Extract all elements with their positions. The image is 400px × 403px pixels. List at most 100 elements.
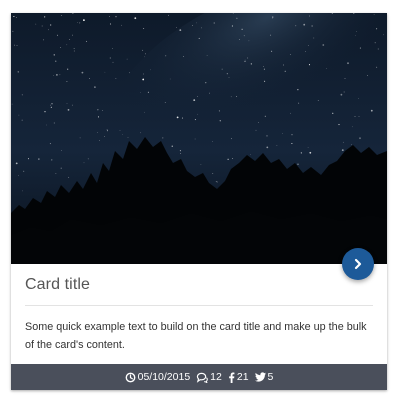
star	[89, 78, 90, 79]
star	[326, 68, 328, 69]
star	[243, 35, 245, 37]
star	[264, 80, 266, 82]
star	[104, 71, 106, 73]
star	[236, 17, 238, 19]
star	[291, 134, 293, 136]
star	[162, 137, 164, 139]
star	[71, 104, 73, 106]
star	[55, 60, 57, 62]
divider	[25, 305, 373, 306]
star	[43, 39, 45, 41]
star	[129, 72, 131, 74]
star	[143, 27, 145, 30]
star	[216, 181, 218, 183]
star	[115, 78, 117, 79]
star	[344, 77, 346, 80]
star	[241, 28, 243, 30]
star	[180, 153, 182, 154]
facebook-meta[interactable]: 21	[228, 371, 249, 383]
star	[50, 24, 52, 26]
star	[282, 133, 283, 134]
star	[297, 163, 299, 165]
star	[205, 82, 207, 84]
star	[343, 91, 345, 93]
star	[76, 22, 78, 23]
comments-meta[interactable]: 12	[196, 371, 222, 383]
star	[56, 34, 59, 36]
star	[164, 101, 166, 103]
star	[112, 61, 114, 63]
star	[106, 130, 109, 132]
star	[322, 44, 325, 46]
star	[66, 80, 68, 83]
star	[11, 103, 13, 105]
star	[49, 143, 51, 145]
star	[142, 49, 144, 51]
star	[272, 16, 274, 18]
star	[374, 42, 376, 44]
star	[79, 137, 81, 139]
star	[16, 45, 18, 46]
star	[359, 137, 361, 140]
star	[305, 51, 306, 53]
card-image	[11, 13, 387, 264]
star	[230, 138, 233, 140]
star	[192, 25, 193, 26]
star	[51, 159, 53, 161]
star	[181, 117, 184, 119]
star	[263, 66, 264, 67]
star	[255, 129, 257, 131]
star	[303, 23, 306, 26]
star	[115, 16, 117, 18]
star	[342, 141, 344, 143]
star	[22, 190, 23, 192]
next-button[interactable]	[342, 248, 374, 280]
star	[38, 158, 40, 160]
star	[21, 94, 23, 96]
star	[376, 28, 378, 30]
star	[228, 77, 230, 78]
card-body: Card title Some quick example text to bu…	[11, 264, 387, 364]
star	[56, 74, 58, 76]
star	[97, 131, 98, 133]
star	[308, 64, 311, 66]
star	[271, 17, 273, 19]
star	[83, 19, 85, 21]
star	[59, 74, 61, 76]
star	[200, 164, 202, 166]
star	[248, 40, 250, 42]
star	[284, 70, 286, 72]
star	[66, 103, 68, 104]
star	[61, 150, 62, 151]
star	[142, 78, 144, 80]
star	[60, 47, 62, 48]
star	[122, 133, 124, 135]
star	[60, 167, 62, 169]
star	[14, 44, 15, 46]
star	[18, 175, 19, 176]
star	[370, 109, 373, 112]
star	[48, 29, 49, 31]
star	[127, 137, 129, 139]
star	[250, 154, 251, 155]
card-footer: 05/10/2015 12 21 5	[11, 364, 387, 390]
star	[165, 55, 167, 57]
star	[238, 38, 241, 41]
star	[295, 25, 297, 27]
clock-icon	[125, 372, 136, 382]
star	[367, 75, 368, 76]
star	[60, 15, 62, 16]
twitter-meta[interactable]: 5	[254, 371, 273, 383]
star	[270, 34, 272, 36]
star	[67, 109, 70, 111]
star	[264, 115, 266, 117]
star	[198, 37, 200, 39]
star	[53, 54, 55, 56]
star	[308, 15, 310, 17]
star	[183, 56, 184, 58]
star	[266, 135, 268, 137]
star	[87, 158, 89, 160]
star	[94, 86, 96, 88]
star	[332, 112, 334, 114]
star	[66, 44, 68, 46]
